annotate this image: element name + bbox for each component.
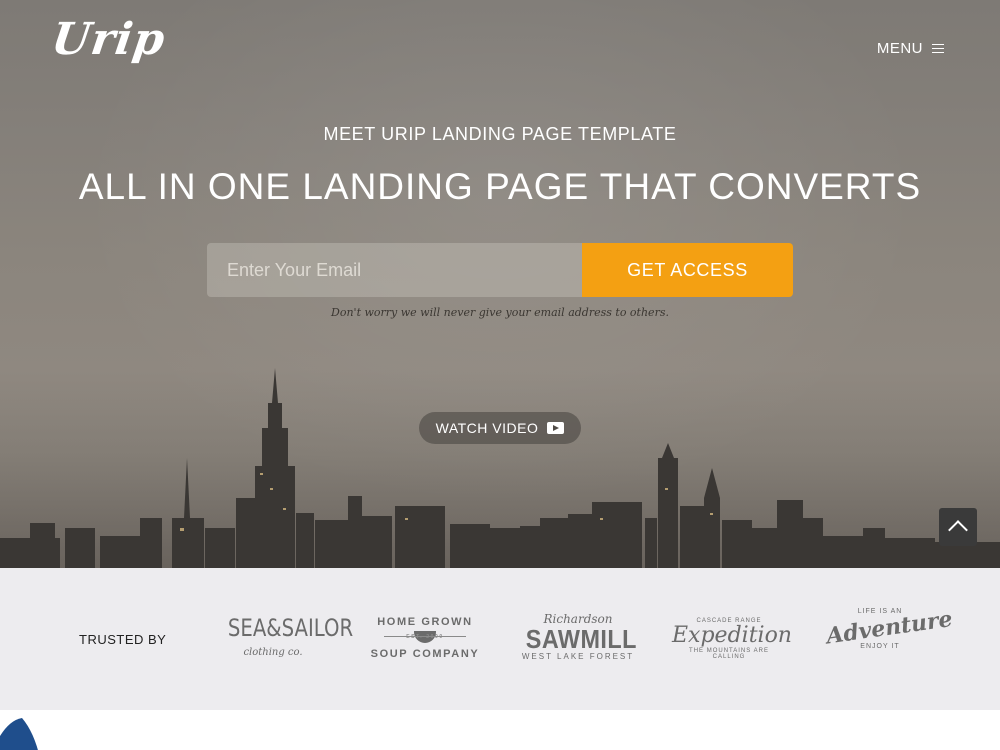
sea-sailor-logo: SEA&SAILOR clothing co. — [227, 614, 354, 658]
watch-video-label: WATCH VIDEO — [435, 420, 539, 436]
watch-video-button[interactable]: WATCH VIDEO — [419, 412, 581, 444]
hero-headline: ALL IN ONE LANDING PAGE THAT CONVERTS — [78, 166, 922, 207]
signup-form: GET ACCESS — [207, 243, 793, 297]
menu-button[interactable]: MENU — [877, 40, 944, 57]
expedition-logo: CASCADE RANGE Expedition THE MOUNTAINS A… — [672, 618, 792, 660]
hero-section: Urip MENU MEET URIP LANDING PAGE TEMPLAT… — [0, 0, 1000, 568]
city-skyline-image — [0, 368, 1000, 568]
sawmill-logo: Richardson SAWMILL WEST LAKE FOREST — [521, 612, 637, 661]
play-icon — [547, 422, 565, 434]
chevron-up-icon[interactable] — [939, 508, 977, 546]
get-access-button[interactable]: GET ACCESS — [582, 243, 793, 297]
trusted-by-section: TRUSTED BY SEA&SAILOR clothing co. HOME … — [0, 568, 1000, 710]
menu-icon — [932, 43, 944, 54]
decorative-shape — [0, 718, 38, 750]
hero-kicker: MEET URIP LANDING PAGE TEMPLATE — [323, 124, 677, 144]
brand-logo[interactable]: Urip — [48, 14, 168, 65]
adventure-logo: LIFE IS AN Adventure ENJOY IT — [824, 605, 955, 650]
next-section — [0, 710, 1000, 750]
menu-label: MENU — [876, 40, 923, 57]
email-input[interactable] — [207, 243, 582, 297]
home-grown-logo: HOME GROWN EST. 2000 SOUP COMPANY — [370, 616, 480, 660]
trusted-by-label: TRUSTED BY — [79, 632, 167, 647]
privacy-note: Don't worry we will never give your emai… — [331, 306, 669, 319]
